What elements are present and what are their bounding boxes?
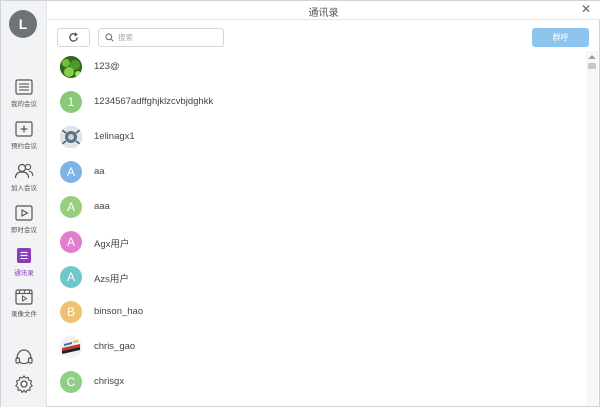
list-item[interactable]: A Agx用户 [47,226,583,261]
close-button[interactable]: ✕ [580,3,592,15]
contact-avatar [60,56,82,78]
photo-avatar-icon [60,126,82,148]
scroll-thumb[interactable] [588,63,596,69]
calendar-plus-icon [15,121,33,137]
sidebar-item-label: 预约会议 [11,143,37,150]
contact-avatar: 1 [60,91,82,113]
search-icon [105,33,114,42]
sidebar-item-label: 加入会议 [11,185,37,192]
contact-avatar: A [60,196,82,218]
photo-avatar-icon [60,336,82,358]
contact-name: chrisgx [94,376,125,387]
sidebar-item-schedule-meeting[interactable]: 预约会议 [1,121,47,159]
contact-name: 1234567adffghjklzcvbjdghkk [94,96,214,107]
contact-name: 1elinagx1 [94,131,135,142]
contact-avatar: A [60,231,82,253]
contact-name: 123@ [94,61,120,72]
contact-name: Agx用户 [94,239,130,250]
list-item[interactable]: C chrisgx [47,366,583,401]
sidebar-item-label: 我的会议 [11,101,37,108]
window-title: 通讯录 [308,8,339,19]
contact-avatar: A [60,266,82,288]
list-icon [15,79,33,95]
list-item[interactable]: chris_gao [47,331,583,366]
contact-avatar: A [60,161,82,183]
photo-avatar-icon [60,56,82,78]
refresh-icon [69,32,78,42]
sidebar-item-join-meeting[interactable]: 加入会议 [1,163,47,201]
sidebar-item-recordings[interactable]: 录像文件 [1,289,47,327]
contact-avatar [60,126,82,148]
video-icon [15,205,33,221]
search-box [98,28,224,47]
list-item[interactable]: A aaa [47,191,583,226]
contacts-window: L 我的会议 预约会议 加入会议 即时会议 通讯录 录像文件 通讯录 ✕ 搜索 … [0,0,600,407]
contacts-icon [17,248,31,263]
scroll-up-icon[interactable] [588,54,596,60]
list-item[interactable]: 1 1234567adffghjklzcvbjdghkk [47,86,583,121]
list-item[interactable]: A Azs用户 [47,261,583,296]
sidebar-item-my-meetings[interactable]: 我的会议 [1,79,47,117]
sidebar-item-instant-meeting[interactable]: 即时会议 [1,205,47,243]
users-icon [14,163,34,179]
sidebar-item-contacts[interactable]: 通讯录 [1,247,47,285]
list-item[interactable]: A aa [47,156,583,191]
contact-name: binson_hao [94,306,144,317]
close-icon: ✕ [580,2,592,16]
search-input[interactable] [118,33,218,42]
sidebar-item-label: 通讯录 [14,270,34,277]
group-call-button[interactable]: 群呼 [532,28,589,47]
list-item[interactable]: B binson_hao [47,296,583,331]
contact-avatar [60,336,82,358]
contact-name: aa [94,166,105,177]
contact-list: 123@ 1 1234567adffghjklzcvbjdghkk 1elina… [47,51,583,407]
gear-icon[interactable] [14,374,34,394]
sidebar-item-label: 即时会议 [11,227,37,234]
film-icon [15,289,33,305]
contact-avatar: C [60,371,82,393]
user-avatar[interactable]: L [9,10,37,38]
list-item[interactable]: 1elinagx1 [47,121,583,156]
contact-name: chris_gao [94,341,136,352]
refresh-button[interactable] [57,28,90,47]
scrollbar[interactable] [586,51,598,406]
headset-icon[interactable] [14,347,34,367]
contact-name: aaa [94,201,110,212]
sidebar: L 我的会议 预约会议 加入会议 即时会议 通讯录 录像文件 [1,1,47,407]
list-item[interactable]: 123@ [47,51,583,86]
title-bar: 通讯录 ✕ [47,1,600,20]
contact-name: Azs用户 [94,274,129,285]
contact-avatar: B [60,301,82,323]
sidebar-item-label: 录像文件 [11,311,37,318]
